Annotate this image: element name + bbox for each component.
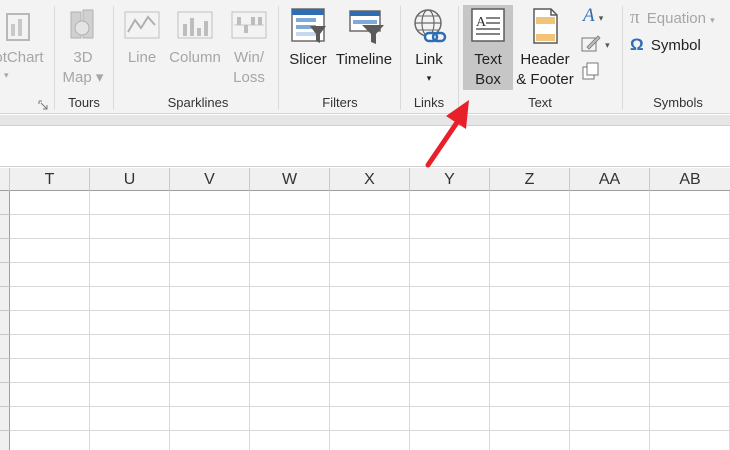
red-arrow-annotation	[425, 100, 469, 168]
